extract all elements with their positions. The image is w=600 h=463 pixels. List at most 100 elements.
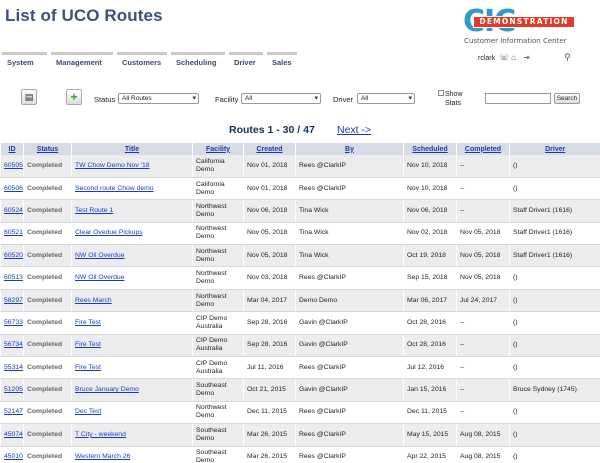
- facility-select[interactable]: All: [241, 93, 321, 104]
- nav-item-system[interactable]: System: [2, 52, 47, 67]
- table-row[interactable]: 55314 Completed Fire Test CIP Demo Australi…: [0, 356, 600, 380]
- search-button[interactable]: Search: [554, 93, 580, 104]
- nav-item-customers[interactable]: Customers: [117, 52, 167, 67]
- nav-item-sales[interactable]: Sales: [267, 52, 297, 67]
- route-id-cell: 45074: [0, 423, 24, 447]
- next-page-link[interactable]: Next ->: [337, 124, 371, 136]
- route-title-link[interactable]: Fire Test: [75, 319, 101, 326]
- nav-item-management[interactable]: Management: [51, 52, 113, 67]
- created-cell: Jul 11, 2016: [243, 356, 296, 380]
- route-title-link[interactable]: Test Route 1: [75, 207, 113, 214]
- route-title-link[interactable]: Western March 26: [75, 453, 130, 460]
- print-button[interactable]: ▤: [21, 89, 37, 105]
- driver-cell: (): [509, 289, 600, 313]
- table-row[interactable]: 52147 Completed Dec Test Northwest Demo Dec …: [0, 401, 600, 425]
- by-cell: Rees @ClarkIP: [295, 177, 404, 201]
- phone-icon[interactable]: ☏: [499, 54, 509, 62]
- route-title-cell: NW Oil Overdue: [71, 244, 193, 268]
- table-row[interactable]: 60521 Completed Clear Ovedue Pickups Northw…: [0, 222, 600, 246]
- route-id-link[interactable]: 56734: [4, 341, 23, 348]
- driver-select[interactable]: All: [357, 93, 415, 104]
- main-nav: System Management Customers Scheduling D…: [2, 52, 301, 67]
- home-icon[interactable]: ⌂: [511, 54, 519, 62]
- status-cell: Completed: [23, 266, 72, 290]
- by-cell: Tina Wick: [295, 244, 404, 268]
- route-title-link[interactable]: Second route Chow demo: [75, 185, 154, 192]
- driver-cell: Staff Driver1 (1616): [509, 244, 600, 268]
- show-stats-label: Show Stats: [445, 91, 463, 107]
- route-title-cell: Test Route 1: [71, 199, 193, 223]
- logout-icon[interactable]: ⇥: [523, 54, 531, 62]
- table-row[interactable]: 60524 Completed Test Route 1 Northwest Demo…: [0, 199, 600, 223]
- table-row[interactable]: 56734 Completed Fire Test CIP Demo Australi…: [0, 334, 600, 358]
- route-title-link[interactable]: Fire Test: [75, 364, 101, 371]
- status-cell: Completed: [23, 311, 72, 335]
- route-title-link[interactable]: T City - weekend: [75, 431, 126, 438]
- table-row[interactable]: 58297 Completed Rees March Northwest Demo Ma…: [0, 289, 600, 313]
- route-title-cell: Dec Test: [71, 401, 193, 425]
- table-row[interactable]: 56733 Completed Fire Test CIP Demo Australi…: [0, 311, 600, 335]
- route-title-link[interactable]: Rees March: [75, 297, 112, 304]
- route-title-cell: NW Oil Overdue: [71, 266, 193, 290]
- route-id-link[interactable]: 52147: [4, 408, 23, 415]
- col-header-driver[interactable]: Driver: [509, 143, 600, 155]
- route-id-link[interactable]: 60506: [4, 185, 23, 192]
- table-row[interactable]: 45010 Completed Western March 26 Southeast …: [0, 446, 600, 463]
- route-title-link[interactable]: Dec Test: [75, 408, 101, 415]
- col-header-created[interactable]: Created: [243, 143, 296, 155]
- table-row[interactable]: 60513 Completed NW Oil Overdue Northwest De…: [0, 266, 600, 290]
- col-header-status[interactable]: Status: [23, 143, 72, 155]
- col-header-title[interactable]: Title: [71, 143, 193, 155]
- created-cell: Nov 05, 2018: [243, 244, 296, 268]
- route-id-cell: 45010: [0, 446, 24, 463]
- col-header-id[interactable]: ID: [0, 143, 24, 155]
- route-title-link[interactable]: Fire Test: [75, 341, 101, 348]
- search-icon[interactable]: ⚲: [564, 52, 571, 63]
- route-title-cell: Fire Test: [71, 356, 193, 380]
- route-id-link[interactable]: 51205: [4, 386, 23, 393]
- table-row[interactable]: 51205 Completed Bruce January Demo Southeas…: [0, 378, 600, 402]
- table-row[interactable]: 45074 Completed T City - weekend Southeast …: [0, 423, 600, 447]
- driver-cell: (): [509, 356, 600, 380]
- col-header-by[interactable]: By: [295, 143, 404, 155]
- nav-item-scheduling[interactable]: Scheduling: [171, 52, 225, 67]
- by-cell: Gavin @ClarkIP: [295, 334, 404, 358]
- col-header-completed[interactable]: Completed: [456, 143, 510, 155]
- route-id-link[interactable]: 55314: [4, 364, 23, 371]
- route-id-link[interactable]: 45074: [4, 431, 23, 438]
- completed-cell: Nov 05, 2018: [456, 222, 510, 246]
- route-title-link[interactable]: NW Oil Overdue: [75, 274, 124, 281]
- route-title-link[interactable]: NW Oil Overdue: [75, 252, 124, 259]
- routes-table: ID Status Title Facility Created By Sche…: [0, 143, 600, 463]
- col-header-scheduled[interactable]: Scheduled: [403, 143, 457, 155]
- scheduled-cell: Nov 02, 2018: [403, 222, 457, 246]
- created-cell: Nov 01, 2018: [243, 177, 296, 201]
- route-id-link[interactable]: 60521: [4, 229, 23, 236]
- route-id-link[interactable]: 58297: [4, 297, 23, 304]
- completed-cell: --: [456, 334, 510, 358]
- route-id-link[interactable]: 60505: [4, 162, 23, 169]
- route-title-link[interactable]: TW Chow Demo Nov '18: [75, 162, 150, 169]
- completed-cell: --: [456, 378, 510, 402]
- scheduled-cell: Oct 19, 2018: [403, 244, 457, 268]
- table-row[interactable]: 60505 Completed TW Chow Demo Nov '18 Califo…: [0, 155, 600, 178]
- col-header-facility[interactable]: Facility: [192, 143, 244, 155]
- route-id-link[interactable]: 45010: [4, 453, 23, 460]
- nav-item-driver[interactable]: Driver: [229, 52, 263, 67]
- status-select[interactable]: All Routes: [118, 93, 199, 104]
- route-id-link[interactable]: 60524: [4, 207, 23, 214]
- route-id-link[interactable]: 60520: [4, 252, 23, 259]
- table-row[interactable]: 60506 Completed Second route Chow demo Cali…: [0, 177, 600, 201]
- table-header-row: ID Status Title Facility Created By Sche…: [0, 143, 600, 155]
- route-title-link[interactable]: Clear Ovedue Pickups: [75, 229, 143, 236]
- driver-label: Driver: [333, 95, 353, 104]
- search-input[interactable]: [485, 93, 551, 104]
- route-id-link[interactable]: 56733: [4, 319, 23, 326]
- facility-cell: Northwest Demo: [192, 244, 244, 268]
- table-row[interactable]: 60520 Completed NW Oil Overdue Northwest De…: [0, 244, 600, 268]
- user-bar: rclark ☏ ⌂ ⇥: [478, 54, 531, 62]
- add-route-button[interactable]: +: [66, 89, 82, 105]
- status-label: Status: [94, 95, 116, 104]
- route-title-link[interactable]: Bruce January Demo: [75, 386, 139, 393]
- route-id-link[interactable]: 60513: [4, 274, 23, 281]
